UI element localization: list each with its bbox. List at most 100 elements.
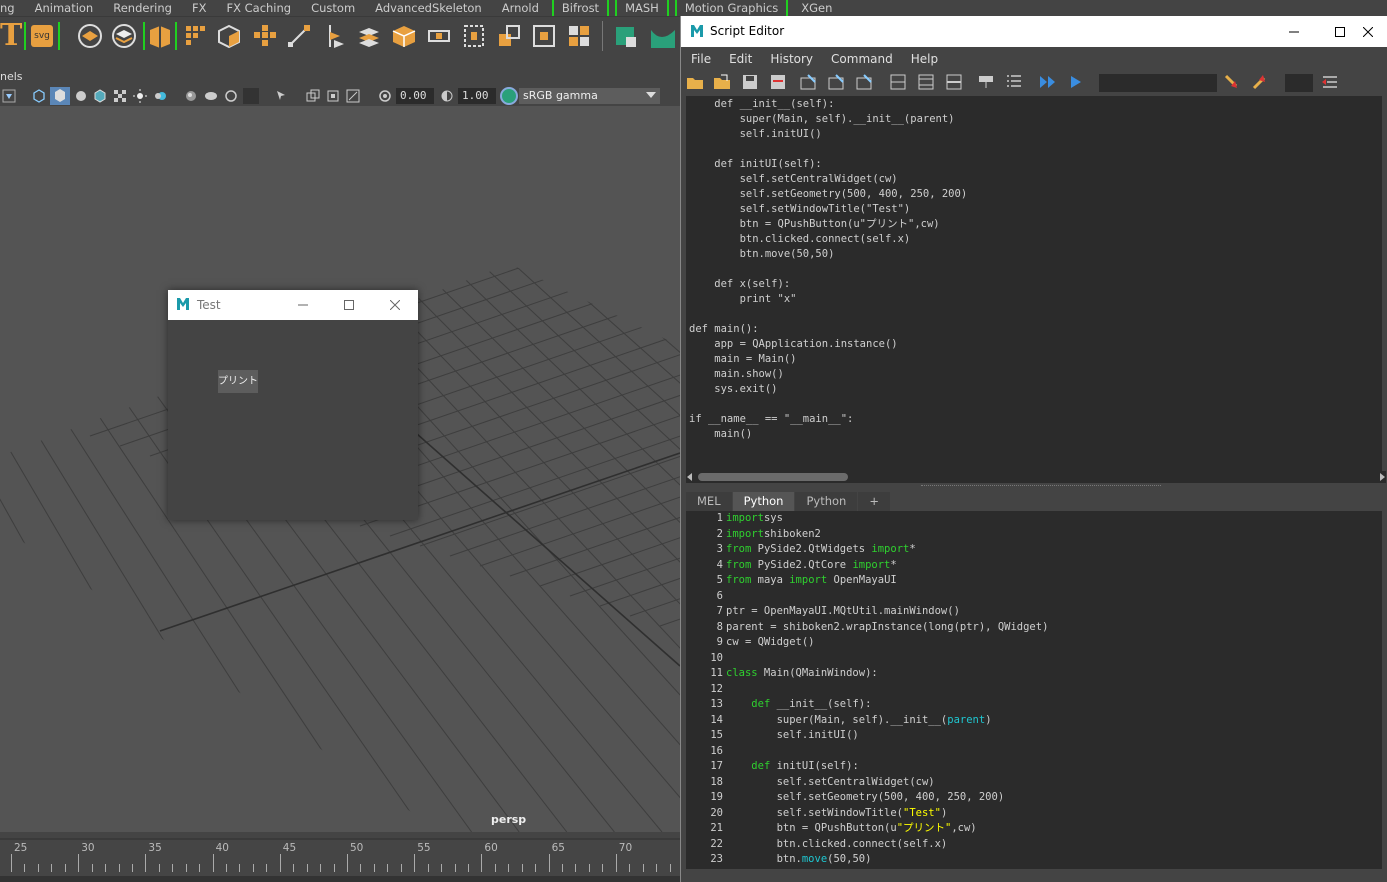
curve-icon[interactable]: [285, 22, 313, 50]
test-window-titlebar[interactable]: Test: [168, 290, 418, 320]
show-history-icon[interactable]: [889, 73, 907, 91]
echo-commands-icon[interactable]: [977, 73, 995, 91]
smooth-shade-toggle[interactable]: [50, 87, 70, 105]
gamma-field[interactable]: 1.00: [458, 88, 496, 104]
lighting-icon[interactable]: [133, 89, 147, 103]
tab-mel[interactable]: MEL: [686, 492, 732, 511]
textured-icon[interactable]: [113, 89, 127, 103]
tiles-icon[interactable]: [565, 22, 593, 50]
show-both-icon[interactable]: [945, 73, 963, 91]
anti-aliasing-icon[interactable]: [224, 89, 238, 103]
pane-splitter[interactable]: [921, 485, 1161, 487]
menu-command[interactable]: Command: [821, 50, 901, 68]
shelf-tab-arnold[interactable]: Arnold: [492, 0, 549, 16]
clear-input-icon[interactable]: [827, 73, 845, 91]
shelf-tab-custom[interactable]: Custom: [301, 0, 365, 16]
goto-line-field[interactable]: [1285, 74, 1313, 92]
script-editor-titlebar[interactable]: Script Editor: [681, 16, 1387, 47]
history-pane[interactable]: def __init__(self): super(Main, self).__…: [686, 96, 1382, 476]
wireframe-on-shaded-icon[interactable]: [93, 89, 107, 103]
scroll-left-icon[interactable]: [687, 473, 692, 481]
shadows-icon[interactable]: [153, 89, 167, 103]
menu-edit[interactable]: Edit: [719, 50, 760, 68]
print-button[interactable]: プリント: [218, 370, 258, 393]
timeline-tick: [266, 864, 268, 872]
shelf-tab-advancedskeleton[interactable]: AdvancedSkeleton: [365, 0, 492, 16]
shelf-tab-motion-graphics[interactable]: Motion Graphics: [674, 0, 789, 16]
motion-blur-icon[interactable]: [204, 89, 218, 103]
transform-icon[interactable]: [320, 22, 348, 50]
show-input-icon[interactable]: [917, 73, 935, 91]
history-horizontal-scrollbar[interactable]: [686, 471, 1386, 483]
text-tool-icon[interactable]: T: [0, 21, 22, 51]
menu-help[interactable]: Help: [901, 50, 946, 68]
ambient-occlusion-icon[interactable]: [184, 89, 198, 103]
shelf-tab-mash[interactable]: MASH: [615, 0, 669, 16]
isolate-select-icon[interactable]: [275, 89, 289, 103]
tab-python-1[interactable]: Python: [732, 492, 795, 511]
search-up-icon[interactable]: [1251, 73, 1269, 91]
exposure-icon[interactable]: [378, 89, 392, 103]
search-down-icon[interactable]: [1223, 73, 1241, 91]
exposure-field[interactable]: 0.00: [396, 88, 434, 104]
depth-of-field-toggle[interactable]: [243, 88, 259, 104]
se-close-button[interactable]: [1363, 16, 1387, 47]
bevel-icon[interactable]: [110, 22, 138, 50]
camera-attributes-icon[interactable]: [2, 89, 16, 103]
xray-icon[interactable]: [306, 89, 320, 103]
python-input-editor[interactable]: 1 2 3 4 5 6 7 8 9 10 11 12 13 14 15 16 1…: [686, 511, 1382, 869]
svg-tool-icon[interactable]: svg: [24, 22, 60, 50]
shelf-tab-xgen[interactable]: XGen: [791, 0, 842, 16]
view-transform-select[interactable]: sRGB gamma: [519, 88, 660, 104]
goto-line-icon[interactable]: [1321, 73, 1339, 91]
cube-icon[interactable]: [215, 22, 243, 50]
se-minimize-button[interactable]: [1271, 16, 1317, 47]
menu-history[interactable]: History: [760, 50, 821, 68]
scroll-right-icon[interactable]: [1380, 473, 1385, 481]
execute-all-icon[interactable]: [1039, 73, 1057, 91]
distribute-icon[interactable]: [182, 22, 210, 50]
minimize-button[interactable]: [280, 290, 326, 320]
clear-all-icon[interactable]: [855, 73, 873, 91]
close-button[interactable]: [372, 290, 418, 320]
scrollbar-thumb[interactable]: [698, 473, 848, 481]
shelf-tab-fx-caching[interactable]: FX Caching: [216, 0, 301, 16]
line-numbers-icon[interactable]: [1005, 73, 1023, 91]
grid-icon[interactable]: [250, 22, 278, 50]
mash-green-icon[interactable]: [612, 22, 640, 50]
mash-network-icon[interactable]: [143, 22, 177, 50]
wireframe-icon[interactable]: [32, 89, 46, 103]
xray-components-icon[interactable]: [346, 89, 360, 103]
frame-icon[interactable]: [460, 22, 488, 50]
mash-curve-icon[interactable]: [647, 22, 675, 50]
flat-shade-icon[interactable]: [74, 89, 88, 103]
time-slider[interactable]: 25 30 35 40 45 50 55 60 65 70: [0, 838, 680, 882]
shelf-tab-animation[interactable]: Animation: [25, 0, 104, 16]
search-field[interactable]: [1099, 74, 1217, 92]
shelf-tab-ng[interactable]: ng: [0, 0, 25, 16]
add-tab-button[interactable]: +: [858, 492, 890, 511]
open-script-icon[interactable]: [686, 73, 704, 91]
menu-file[interactable]: File: [681, 50, 719, 68]
gamma-icon[interactable]: [440, 89, 454, 103]
color-management-toggle[interactable]: [500, 87, 518, 105]
range-slider[interactable]: [0, 876, 680, 882]
execute-icon[interactable]: [1067, 73, 1085, 91]
save-script-icon[interactable]: [741, 73, 759, 91]
source-script-icon[interactable]: [713, 73, 731, 91]
scale-icon[interactable]: [495, 22, 523, 50]
layers-icon[interactable]: [355, 22, 383, 50]
shelf-tab-rendering[interactable]: Rendering: [103, 0, 182, 16]
se-maximize-button[interactable]: [1317, 16, 1363, 47]
expand-icon[interactable]: [530, 22, 558, 50]
maximize-button[interactable]: [326, 290, 372, 320]
sweep-icon[interactable]: [76, 22, 104, 50]
bounding-box-icon[interactable]: [425, 22, 453, 50]
xray-joints-icon[interactable]: [326, 89, 340, 103]
box-icon[interactable]: [390, 22, 418, 50]
save-to-shelf-icon[interactable]: [769, 73, 787, 91]
shelf-tab-fx[interactable]: FX: [182, 0, 217, 16]
clear-history-icon[interactable]: [799, 73, 817, 91]
tab-python-2[interactable]: Python: [795, 492, 858, 511]
shelf-tab-bifrost[interactable]: Bifrost: [551, 0, 610, 16]
